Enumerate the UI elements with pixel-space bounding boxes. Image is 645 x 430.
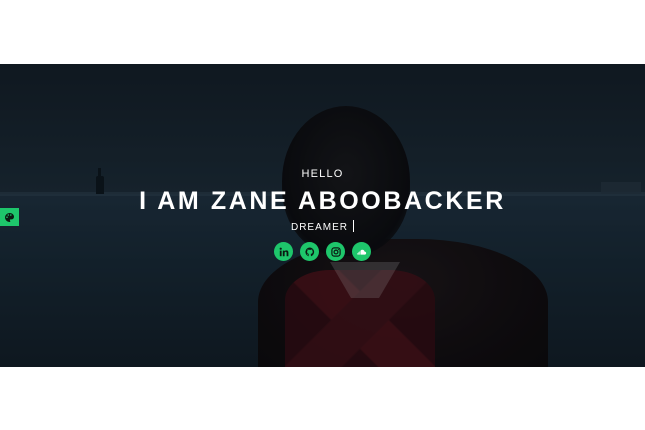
theme-switcher-tab[interactable] (0, 208, 19, 226)
hero-role-line: DREAMER (0, 220, 645, 233)
hero-name-heading: I AM ZANE ABOOBACKER (139, 187, 506, 215)
soundcloud-button[interactable] (352, 242, 371, 261)
palette-icon (5, 212, 15, 222)
instagram-icon (330, 246, 341, 257)
hero-content: HELLO I AM ZANE ABOOBACKER DREAMER (0, 64, 645, 367)
instagram-button[interactable] (326, 242, 345, 261)
linkedin-icon (279, 247, 288, 256)
typing-cursor (353, 220, 354, 232)
social-links (0, 242, 645, 261)
hero-section: HELLO I AM ZANE ABOOBACKER DREAMER (0, 64, 645, 367)
github-icon (304, 246, 314, 256)
hero-greeting: HELLO (301, 168, 344, 180)
hero-role-text: DREAMER (290, 222, 348, 233)
soundcloud-icon (356, 249, 366, 255)
github-button[interactable] (300, 242, 319, 261)
linkedin-button[interactable] (274, 242, 293, 261)
